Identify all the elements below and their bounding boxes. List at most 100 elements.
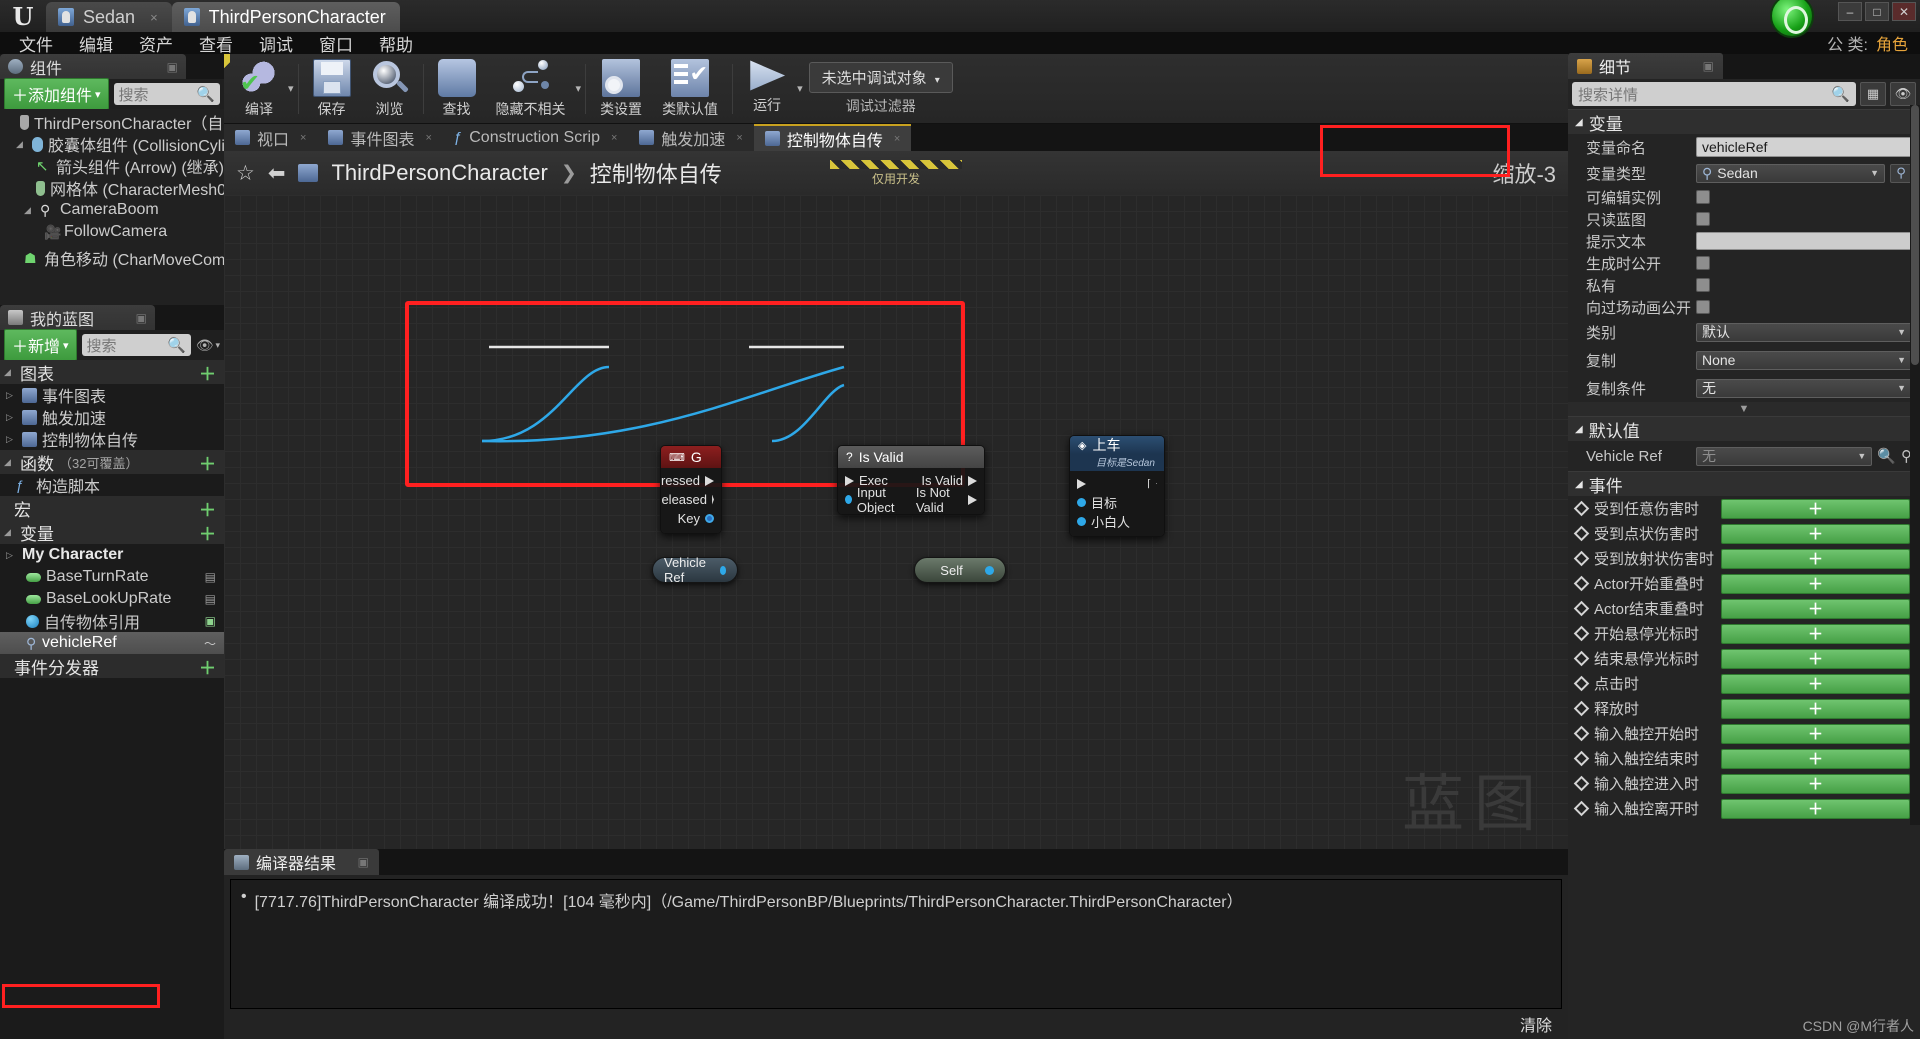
graph-item-control-rotation[interactable]: ▷ 控制物体自传 bbox=[0, 428, 224, 450]
visibility-icon[interactable]: ▤ bbox=[205, 592, 224, 606]
section-functions[interactable]: ◢ 函数 （32可覆盖） ＋ bbox=[0, 450, 224, 474]
close-icon[interactable]: × bbox=[300, 132, 306, 144]
asset-tab-thirdpersoncharacter[interactable]: ThirdPersonCharacter bbox=[171, 2, 400, 32]
exec-pin-in[interactable] bbox=[845, 475, 854, 486]
pin-row-target[interactable]: 目标 bbox=[1070, 493, 1164, 512]
add-event-button[interactable]: ＋ bbox=[1721, 698, 1910, 719]
asset-tab-sedan[interactable]: Sedan × bbox=[46, 2, 172, 32]
close-icon[interactable]: ▣ bbox=[167, 60, 178, 74]
data-pin-in[interactable] bbox=[845, 495, 852, 504]
star-icon[interactable]: ☆ bbox=[236, 161, 255, 186]
variable-row-baselookuprate[interactable]: BaseLookUpRate ▤ bbox=[0, 588, 224, 610]
pin-type-button[interactable]: ⚲ bbox=[1890, 163, 1912, 183]
component-row-mesh[interactable]: 网格体 (CharacterMesh0) (继承 bbox=[0, 177, 224, 199]
close-icon[interactable]: ▣ bbox=[136, 311, 147, 325]
pin-row-pawn[interactable]: 小白人 bbox=[1070, 512, 1164, 531]
chevron-down-icon[interactable]: ▾ bbox=[288, 82, 294, 95]
exec-pin-out[interactable] bbox=[1148, 478, 1157, 489]
add-function-button[interactable]: ＋ bbox=[199, 450, 224, 475]
add-event-button[interactable]: ＋ bbox=[1721, 773, 1910, 794]
pin-row-key[interactable]: Key bbox=[661, 509, 721, 528]
add-new-button[interactable]: ＋新增 ▾ bbox=[4, 329, 77, 361]
component-row-self[interactable]: ThirdPersonCharacter（自身） bbox=[0, 111, 224, 133]
replication-condition-select[interactable]: 无 ▼ bbox=[1696, 378, 1912, 398]
data-pin-in[interactable] bbox=[1077, 498, 1086, 507]
function-item-construction-script[interactable]: ƒ 构造脚本 bbox=[0, 474, 224, 497]
add-event-button[interactable]: ＋ bbox=[1721, 623, 1910, 644]
back-arrow-icon[interactable]: ⬅ bbox=[268, 161, 286, 186]
myblueprint-panel-tab[interactable]: 我的蓝图 ▣ bbox=[0, 305, 155, 330]
graph-item-event-graph[interactable]: ▷ 事件图表 bbox=[0, 384, 224, 406]
window-controls[interactable]: – □ ✕ bbox=[1838, 2, 1916, 21]
toolbar-button-class-defaults[interactable]: ✔ 类默认值 bbox=[652, 56, 728, 122]
visibility-icon[interactable]: ▤ bbox=[205, 570, 224, 584]
toolbar-button-compile[interactable]: ✔ 编译 bbox=[230, 56, 288, 122]
category-select[interactable]: 默认 ▼ bbox=[1696, 322, 1912, 342]
section-macros[interactable]: 宏 ＋ bbox=[0, 496, 224, 520]
section-variables[interactable]: ◢ 变量 ＋ bbox=[0, 520, 224, 544]
component-row-capsule[interactable]: ◢ 胶囊体组件 (CollisionCylinder) ( bbox=[0, 133, 224, 155]
visibility-icon[interactable]: ▣ bbox=[205, 614, 224, 628]
expander-icon[interactable]: ▷ bbox=[6, 412, 17, 423]
expander-icon[interactable]: ◢ bbox=[16, 139, 27, 150]
collapse-arrow-icon[interactable]: ▼ bbox=[1568, 402, 1920, 416]
maximize-button[interactable]: □ bbox=[1865, 2, 1889, 21]
details-scrollbar[interactable] bbox=[1910, 105, 1920, 825]
add-event-button[interactable]: ＋ bbox=[1721, 523, 1910, 544]
exec-pin-out[interactable] bbox=[968, 494, 977, 505]
graph-tab-event-graph[interactable]: 事件图表 × bbox=[317, 124, 443, 151]
close-icon[interactable]: × bbox=[150, 10, 158, 25]
close-icon[interactable]: × bbox=[425, 132, 431, 144]
add-event-button[interactable]: ＋ bbox=[1721, 498, 1910, 519]
node-keyboard-event-g[interactable]: ⌨ G Pressed Released Key bbox=[660, 445, 722, 534]
variable-category-my-character[interactable]: ▷ My Character bbox=[0, 544, 224, 566]
compiler-results-tab[interactable]: 编译器结果 ▣ bbox=[224, 849, 379, 875]
data-pin-out[interactable] bbox=[985, 565, 994, 575]
add-event-button[interactable]: ＋ bbox=[1721, 798, 1910, 819]
toolbar-button-hide-unrelated[interactable]: 隐藏不相关 bbox=[486, 56, 576, 122]
expose-on-spawn-checkbox[interactable] bbox=[1696, 256, 1710, 270]
add-macro-button[interactable]: ＋ bbox=[199, 496, 224, 521]
add-event-button[interactable]: ＋ bbox=[1721, 598, 1910, 619]
data-pin-in[interactable] bbox=[1077, 517, 1086, 526]
add-event-button[interactable]: ＋ bbox=[1721, 573, 1910, 594]
exec-pin-out[interactable] bbox=[712, 494, 714, 505]
instance-editable-checkbox[interactable] bbox=[1696, 190, 1710, 204]
component-row-charactermovement[interactable]: ☗ 角色移动 (CharMoveComp) (继承 bbox=[0, 247, 224, 270]
expander-icon[interactable]: ▷ bbox=[6, 550, 17, 561]
add-graph-button[interactable]: ＋ bbox=[199, 360, 224, 385]
graph-item-trigger-accel[interactable]: ▷ 触发加速 bbox=[0, 406, 224, 428]
exec-pin-out[interactable] bbox=[705, 475, 714, 486]
chevron-down-icon[interactable]: ▾ bbox=[576, 82, 582, 95]
minimize-button[interactable]: – bbox=[1838, 2, 1862, 21]
close-button[interactable]: ✕ bbox=[1892, 2, 1916, 21]
component-row-cameraboom[interactable]: ◢ ⚲ CameraBoom bbox=[0, 199, 224, 221]
replication-select[interactable]: None ▼ bbox=[1696, 350, 1912, 370]
components-search-input[interactable]: 搜索 🔍 bbox=[113, 83, 220, 105]
add-event-dispatcher-button[interactable]: ＋ bbox=[199, 654, 224, 679]
toolbar-button-browse[interactable]: 浏览 bbox=[361, 56, 419, 122]
add-event-button[interactable]: ＋ bbox=[1721, 748, 1910, 769]
close-icon[interactable]: ▣ bbox=[1703, 59, 1714, 73]
add-variable-button[interactable]: ＋ bbox=[199, 520, 224, 545]
details-category-events[interactable]: ◢ 事件 bbox=[1568, 471, 1920, 496]
debug-object-select[interactable]: 未选中调试对象 ▾ bbox=[808, 61, 953, 93]
toolbar-button-find[interactable]: 查找 bbox=[428, 56, 486, 122]
breadcrumb-root[interactable]: ThirdPersonCharacter bbox=[331, 160, 547, 186]
variable-type-select[interactable]: ⚲ Sedan ▼ bbox=[1696, 163, 1885, 183]
myblueprint-search-input[interactable]: 搜索 🔍 bbox=[81, 334, 191, 356]
visibility-icon[interactable]: 〜 bbox=[204, 635, 224, 652]
breadcrumb-current[interactable]: 控制物体自传 bbox=[590, 157, 722, 189]
toolbar-button-save[interactable]: 保存 bbox=[303, 56, 361, 122]
add-event-button[interactable]: ＋ bbox=[1721, 648, 1910, 669]
eye-button[interactable]: 👁 bbox=[1890, 82, 1916, 106]
node-is-valid[interactable]: ? Is Valid Exec Is Valid Input Object Is… bbox=[837, 445, 985, 515]
add-event-button[interactable]: ＋ bbox=[1721, 723, 1910, 744]
graph-tab-trigger-accel[interactable]: 触发加速 × bbox=[628, 124, 754, 151]
pin-row-exec[interactable] bbox=[1070, 474, 1164, 493]
private-checkbox[interactable] bbox=[1696, 278, 1710, 292]
pin-row-input-object[interactable]: Input Object Is Not Valid bbox=[838, 485, 984, 514]
toolbar-button-play[interactable]: 运行 bbox=[737, 56, 797, 122]
pin-row-pressed[interactable]: Pressed bbox=[661, 471, 721, 490]
graph-tab-viewport[interactable]: 视口 × bbox=[224, 124, 318, 151]
